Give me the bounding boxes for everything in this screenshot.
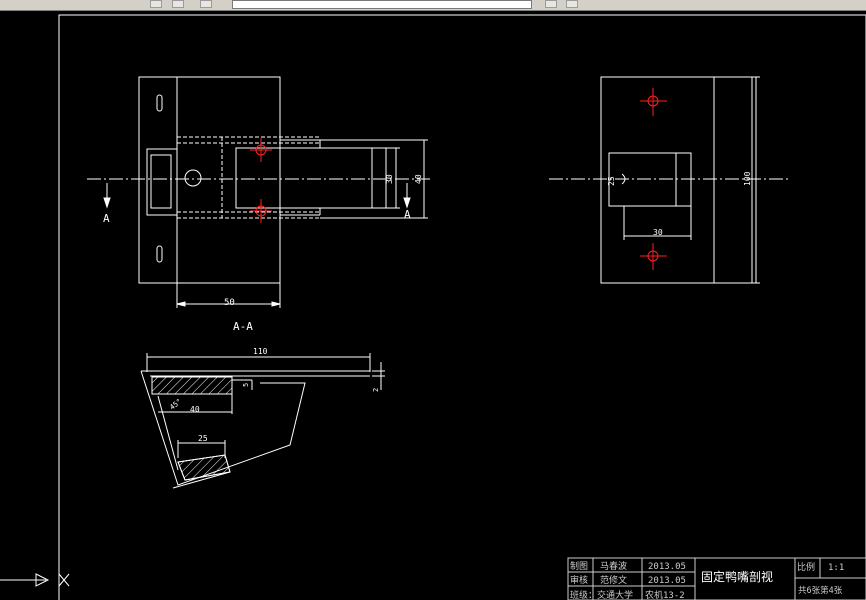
front-view: [87, 76, 430, 308]
tb-drawing-title: 固定鸭嘴剖视: [701, 569, 773, 584]
dim-side-height: 100: [743, 171, 752, 186]
dim-section-5: 5: [242, 383, 250, 387]
dim-front-outer: 40: [414, 174, 423, 184]
dim-side-small: 25: [607, 176, 616, 186]
section-mark-left: A: [103, 212, 110, 225]
side-view: [549, 76, 790, 284]
section-mark-right: A: [404, 208, 411, 221]
tb-name-1: 马春波: [600, 560, 627, 572]
drawing-border: [58, 14, 866, 600]
tb-role-1: 制图: [570, 560, 588, 572]
dim-section-2: 2: [372, 388, 380, 392]
dim-section-25: 25: [198, 434, 208, 443]
dim-front-width: 50: [224, 298, 235, 308]
tb-sheet-info: 共6张第4张: [798, 585, 843, 596]
tb-name-2: 范修文: [600, 574, 627, 586]
drawing-canvas[interactable]: A A 50 30 40 25 30 100 A-A 110 40 45° 5 …: [0, 0, 866, 600]
dim-side-width: 30: [653, 228, 663, 237]
tb-class: 农机13-2: [645, 589, 685, 600]
section-label: A-A: [233, 320, 253, 333]
tb-date-2: 2013.05: [648, 576, 686, 586]
dim-section-overall: 110: [253, 347, 268, 356]
section-view: [140, 353, 385, 489]
front-bolt-marks: [250, 138, 272, 223]
tb-scale-value: 1:1: [828, 563, 844, 573]
tb-date-1: 2013.05: [648, 562, 686, 572]
dim-front-inner: 30: [385, 174, 394, 184]
tb-class-label: 班级：交通大学: [570, 589, 633, 600]
tb-role-2: 审核: [570, 574, 588, 586]
dim-section-angle: 45°: [168, 397, 183, 411]
tb-scale-label: 比例: [797, 561, 815, 573]
dim-section-40: 40: [190, 405, 200, 414]
